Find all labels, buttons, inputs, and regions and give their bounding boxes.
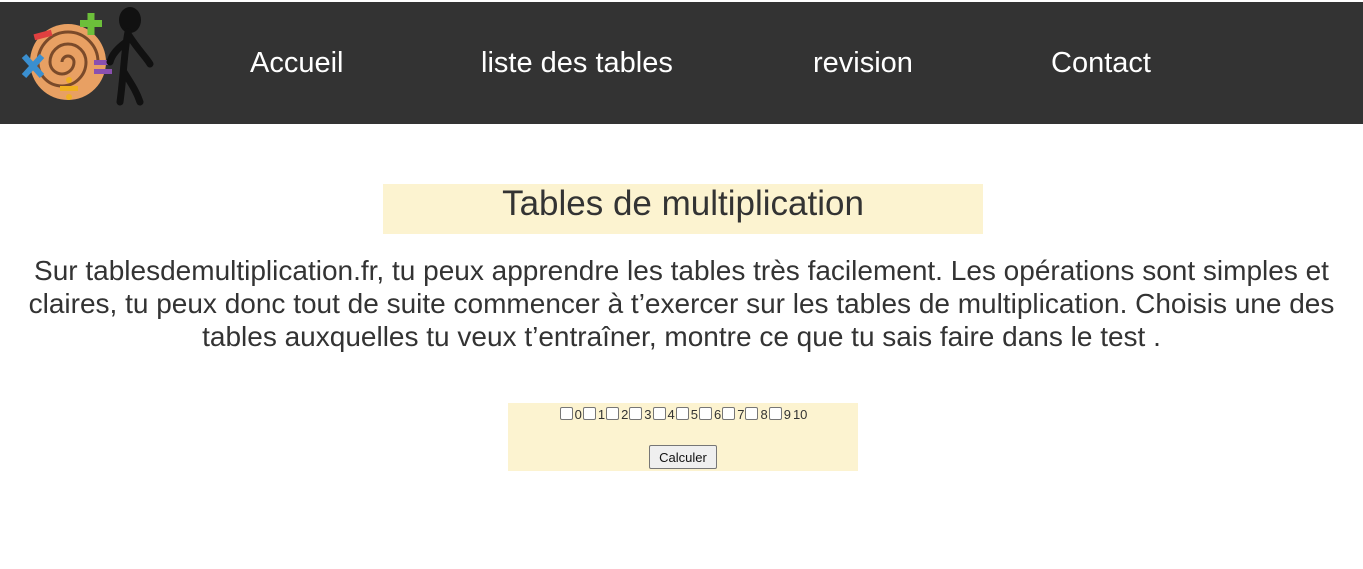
table-checkbox-label: 10 [792, 407, 808, 422]
nav-liste-des-tables[interactable]: liste des tables [481, 2, 673, 124]
nav-accueil[interactable]: Accueil [250, 2, 344, 124]
table-checkbox-label: 3 [644, 407, 652, 422]
table-checkbox-label: 5 [690, 407, 698, 422]
nav-contact[interactable]: Contact [1051, 2, 1151, 124]
page-title: Tables de multiplication [502, 184, 864, 223]
intro-text: Sur tablesdemultiplication.fr, tu peux a… [28, 255, 1335, 352]
table-checkbox-label: 2 [621, 407, 629, 422]
site-logo[interactable] [20, 2, 156, 110]
table-checkbox-label: 7 [737, 407, 745, 422]
title-panel: Tables de multiplication [383, 184, 983, 234]
calculer-button[interactable]: Calculer [649, 445, 717, 469]
table-selection-form: 0 1 2 3 4 5 6 7 8 9 10 Calculer [508, 403, 858, 471]
page: Accueil liste des tables revision Contac… [0, 0, 1363, 569]
table-checkbox-5[interactable] [675, 407, 689, 420]
table-checkbox-label: 6 [714, 407, 722, 422]
table-checkbox-8[interactable] [745, 407, 759, 420]
table-checkbox-label: 1 [597, 407, 606, 422]
table-checkbox-label: 8 [760, 407, 768, 422]
table-checkbox-label: 0 [574, 407, 582, 422]
table-checkbox-3[interactable] [629, 407, 643, 420]
navbar: Accueil liste des tables revision Contac… [0, 2, 1363, 124]
table-checkbox-4[interactable] [652, 407, 666, 420]
math-logo-icon [21, 7, 154, 106]
table-checkbox-row: 0 1 2 3 4 5 6 7 8 9 10 [508, 407, 858, 422]
table-checkbox-1[interactable] [582, 407, 596, 420]
table-checkbox-label: 9 [783, 407, 791, 422]
table-checkbox-0[interactable] [559, 407, 573, 420]
table-checkbox-7[interactable] [722, 407, 736, 420]
table-checkbox-2[interactable] [606, 407, 620, 420]
table-checkbox-6[interactable] [699, 407, 712, 420]
table-checkbox-9[interactable] [768, 407, 782, 420]
nav-revision[interactable]: revision [813, 2, 913, 124]
table-checkbox-label: 4 [667, 407, 675, 422]
